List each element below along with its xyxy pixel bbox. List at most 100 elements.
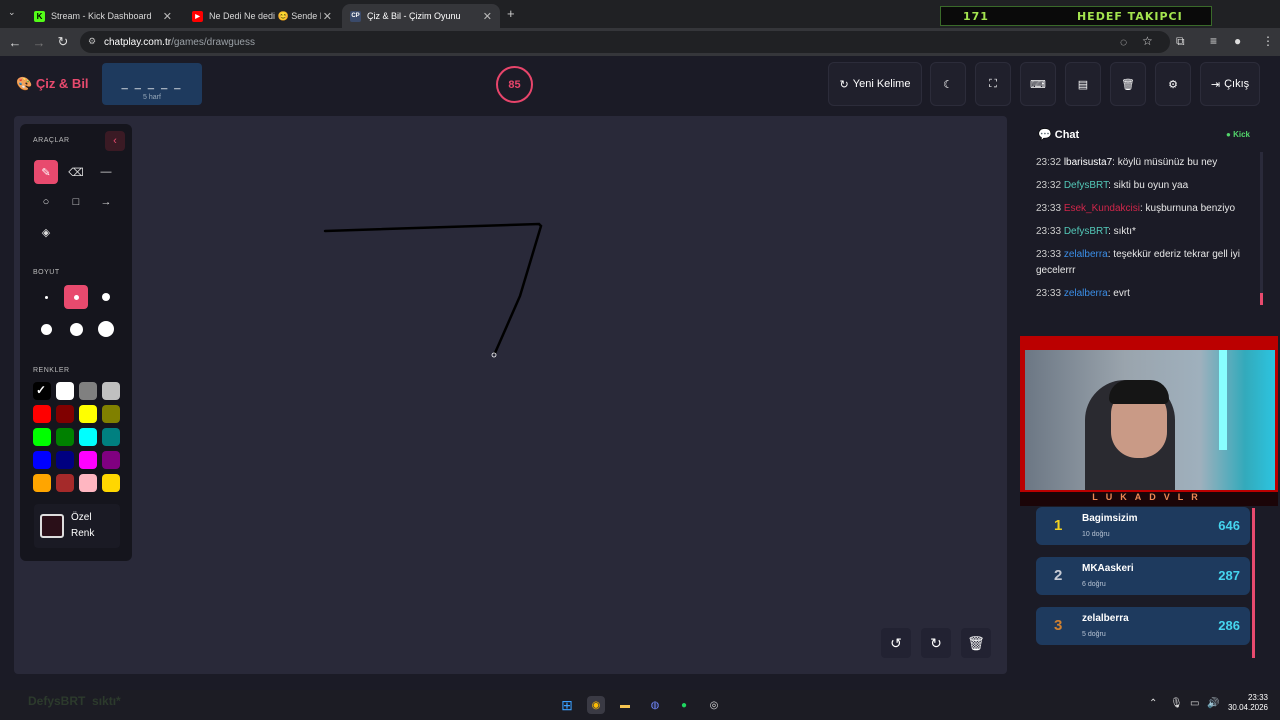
- close-icon[interactable]: ✕: [483, 10, 492, 23]
- color-swatch[interactable]: [79, 405, 97, 423]
- webcam-feed: [1025, 350, 1275, 490]
- color-swatch[interactable]: [33, 474, 51, 492]
- close-icon[interactable]: ✕: [323, 10, 332, 23]
- size-option-4[interactable]: [34, 317, 58, 341]
- size-option-6[interactable]: [94, 317, 118, 341]
- collapse-panel-button[interactable]: ‹: [105, 131, 125, 151]
- spotify-icon[interactable]: ●: [675, 696, 693, 714]
- undo-button[interactable]: ↺: [881, 628, 911, 658]
- delete-button[interactable]: 🗑: [1110, 62, 1146, 106]
- volume-icon[interactable]: 🔊: [1207, 698, 1219, 709]
- eye-off-icon[interactable]: ◌: [1120, 35, 1127, 49]
- chat-icon: 💬: [1038, 129, 1052, 141]
- chrome-taskbar-icon[interactable]: ◉: [587, 696, 605, 714]
- new-word-button[interactable]: ↻ Yeni Kelime: [828, 62, 922, 106]
- clear-canvas-button[interactable]: 🗑: [961, 628, 991, 658]
- message-user[interactable]: zelalberra: [1064, 288, 1108, 299]
- app-taskbar-icon[interactable]: ◎: [705, 696, 723, 714]
- windows-start-icon[interactable]: ⊞: [558, 696, 576, 714]
- color-swatch[interactable]: [102, 382, 120, 400]
- tab-youtube[interactable]: ▶ Ne Dedi Ne dedi 😊 Sende Bur ✕: [184, 4, 340, 28]
- back-icon[interactable]: ←: [3, 35, 27, 50]
- message-user[interactable]: DefysBRT: [1064, 226, 1108, 237]
- fill-tool[interactable]: ◈: [34, 220, 58, 244]
- drawing-canvas[interactable]: [14, 116, 1007, 674]
- new-tab-icon[interactable]: +: [507, 6, 515, 21]
- url-field[interactable]: ⚙ chatplay.com.tr/games/drawguess: [80, 31, 1170, 53]
- color-swatch[interactable]: [56, 382, 74, 400]
- tab-kick-dashboard[interactable]: K Stream - Kick Dashboard ✕: [26, 4, 180, 28]
- chat-scrollbar[interactable]: [1260, 152, 1263, 305]
- message-user[interactable]: zelalberra: [1064, 249, 1108, 260]
- color-swatch[interactable]: [56, 474, 74, 492]
- color-swatch[interactable]: [79, 428, 97, 446]
- color-swatch[interactable]: [102, 405, 120, 423]
- color-swatch[interactable]: [102, 474, 120, 492]
- color-swatch[interactable]: [102, 428, 120, 446]
- reload-icon[interactable]: ↻: [51, 34, 75, 50]
- color-swatch[interactable]: [79, 382, 97, 400]
- app-logo[interactable]: 🎨 Çiz & Bil: [16, 76, 89, 92]
- color-swatch[interactable]: ✓: [33, 382, 51, 400]
- eraser-tool[interactable]: ⌫: [64, 160, 88, 184]
- follower-goal-banner: 171 HEDEF TAKIPCI: [940, 6, 1212, 26]
- message-user[interactable]: lbarisusta7: [1064, 157, 1112, 168]
- size-option-2[interactable]: [64, 285, 88, 309]
- keyboard-button[interactable]: ⌨: [1020, 62, 1056, 106]
- color-swatch[interactable]: [33, 451, 51, 469]
- color-swatch[interactable]: [79, 474, 97, 492]
- brush-tool[interactable]: ✎: [34, 160, 58, 184]
- size-option-5[interactable]: [64, 317, 88, 341]
- fullscreen-button[interactable]: ⛶: [975, 62, 1011, 106]
- redo-button[interactable]: ↻: [921, 628, 951, 658]
- trash-icon: 🗑: [1121, 78, 1135, 91]
- chevron-up-icon[interactable]: ⌃: [1149, 698, 1157, 709]
- eraser-icon: ⌫: [68, 166, 84, 179]
- archive-button[interactable]: ▤: [1065, 62, 1101, 106]
- message-user[interactable]: DefysBRT: [1064, 180, 1108, 191]
- tools-title: ARAÇLAR: [33, 137, 70, 144]
- tab-list-icon[interactable]: ⌄: [8, 7, 16, 18]
- leaderboard-scrollbar[interactable]: [1252, 508, 1255, 658]
- circle-tool[interactable]: ○: [34, 190, 58, 214]
- system-clock[interactable]: 23:33 30.04.2026: [1224, 693, 1268, 713]
- settings-button[interactable]: ⚙: [1155, 62, 1191, 106]
- color-swatch[interactable]: [56, 405, 74, 423]
- color-swatch[interactable]: [102, 451, 120, 469]
- rectangle-tool[interactable]: □: [64, 190, 88, 214]
- microphone-icon[interactable]: 🎙: [1170, 698, 1183, 709]
- forward-icon[interactable]: →: [27, 35, 51, 50]
- color-swatch[interactable]: [79, 451, 97, 469]
- star-icon[interactable]: ☆: [1142, 34, 1153, 48]
- leaderboard-row: 3 zelalberra 5 doğru 286: [1036, 607, 1250, 645]
- color-swatch[interactable]: [56, 451, 74, 469]
- theme-toggle-button[interactable]: ☾: [930, 62, 966, 106]
- close-icon[interactable]: ✕: [163, 10, 172, 23]
- redo-icon: ↻: [930, 634, 942, 651]
- reading-list-icon[interactable]: ≡: [1210, 34, 1217, 48]
- exit-button[interactable]: ⇥ Çıkış: [1200, 62, 1260, 106]
- menu-icon[interactable]: ⋮: [1262, 34, 1274, 48]
- tab-ciz-bil[interactable]: CP Çiz & Bil - Çizim Oyunu ✕: [342, 4, 500, 28]
- line-tool[interactable]: —: [94, 160, 118, 184]
- custom-color-label-2: Renk: [71, 528, 95, 539]
- size-option-3[interactable]: [94, 285, 118, 309]
- profile-avatar[interactable]: ●: [1234, 34, 1241, 48]
- size-option-1[interactable]: [34, 285, 58, 309]
- discord-icon[interactable]: ◍: [646, 696, 664, 714]
- file-explorer-icon[interactable]: ▬: [616, 696, 634, 714]
- custom-color-button[interactable]: Özel Renk: [34, 504, 120, 548]
- player-points: 287: [1218, 568, 1240, 583]
- undo-icon: ↺: [890, 634, 902, 651]
- color-swatch[interactable]: [33, 428, 51, 446]
- color-swatch[interactable]: [56, 428, 74, 446]
- leaderboard-row: 2 MKAaskeri 6 doğru 287: [1036, 557, 1250, 595]
- arrow-tool[interactable]: →: [94, 190, 118, 214]
- kick-favicon-icon: K: [34, 10, 45, 22]
- extensions-icon[interactable]: ⧉: [1176, 34, 1185, 49]
- message-user[interactable]: Esek_Kundakcisi: [1064, 203, 1140, 214]
- color-swatch[interactable]: [33, 405, 51, 423]
- network-icon[interactable]: ▭: [1190, 698, 1199, 709]
- message-text: : sıktı*: [1108, 226, 1136, 237]
- site-info-icon[interactable]: ⚙: [88, 36, 96, 47]
